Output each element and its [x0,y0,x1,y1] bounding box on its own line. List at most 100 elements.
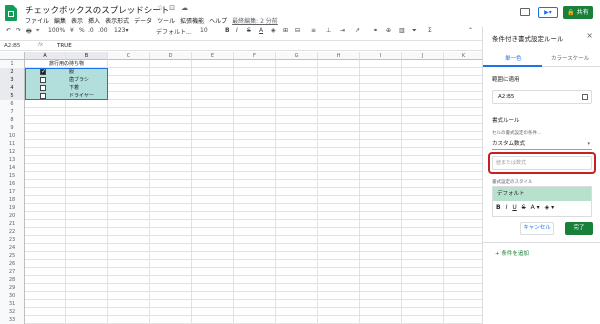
borders-icon[interactable]: ⊞ [283,27,288,34]
doc-title[interactable]: チェックボックスのスプレッドシート [25,4,169,16]
item-label[interactable]: 歯ブラシ [69,76,89,84]
paint-format-icon[interactable]: ⌖ [36,27,39,35]
collapse-toolbar-icon[interactable]: ⌃ [468,27,473,34]
select-range-icon[interactable] [582,94,588,100]
checkbox[interactable] [40,85,46,91]
column-header-d[interactable]: D [150,52,192,60]
move-icon[interactable]: ⊡ [169,4,175,12]
tab-color-scale[interactable]: カラースケール [551,54,589,62]
insert-chart-icon[interactable]: ▥ [399,27,405,34]
style-fill-color-icon[interactable]: ◈ ▾ [545,204,555,211]
filter-icon[interactable]: ⏷ [412,27,417,35]
checkbox[interactable] [40,93,46,99]
row-header[interactable]: 32 [0,308,25,316]
style-text-color-button[interactable]: A ▾ [531,204,540,211]
style-underline-button[interactable]: U [512,204,516,211]
menu-view[interactable]: 表示 [71,18,83,25]
undo-icon[interactable]: ↶ [6,27,11,34]
column-header-f[interactable]: F [234,52,276,60]
column-header-i[interactable]: I [360,52,402,60]
share-button[interactable]: 🔒 共有 [563,6,593,19]
range-input[interactable]: A2:B5 [492,90,592,104]
menu-extensions[interactable]: 拡張機能 [180,18,204,25]
row-header[interactable]: 17 [0,188,25,196]
row-header[interactable]: 12 [0,148,25,156]
decrease-decimal-button[interactable]: .0 [88,27,94,34]
column-header-b[interactable]: B [66,52,108,60]
formula-input[interactable]: TRUE [57,43,72,49]
menu-help[interactable]: ヘルプ [209,18,227,25]
row-header[interactable]: 19 [0,204,25,212]
close-icon[interactable]: × [586,31,593,40]
zoom-select[interactable]: 100% [48,27,65,34]
row-header[interactable]: 30 [0,292,25,300]
row-header[interactable]: 5 [0,92,25,100]
row-header[interactable]: 8 [0,116,25,124]
row-header[interactable]: 1 [0,60,25,68]
row-header[interactable]: 18 [0,196,25,204]
row-header[interactable]: 3 [0,76,25,84]
row-header[interactable]: 15 [0,172,25,180]
row-header[interactable]: 11 [0,140,25,148]
star-icon[interactable]: ☆ [157,4,163,12]
row-header[interactable]: 6 [0,100,25,108]
row-header[interactable]: 33 [0,316,25,324]
row-header[interactable]: 2 [0,68,25,76]
column-header-e[interactable]: E [192,52,234,60]
row-header[interactable]: 22 [0,228,25,236]
row-header[interactable]: 24 [0,244,25,252]
menu-data[interactable]: データ [134,18,152,25]
row-header[interactable]: 25 [0,252,25,260]
italic-button[interactable]: I [236,27,238,34]
row-header[interactable]: 13 [0,156,25,164]
row-header[interactable]: 31 [0,300,25,308]
column-header-g[interactable]: G [276,52,318,60]
redo-icon[interactable]: ↷ [16,27,21,34]
text-rotation-icon[interactable]: ↗ [355,27,360,34]
style-preview[interactable]: デフォルト [493,187,591,201]
comment-history-icon[interactable] [520,8,530,16]
menu-format[interactable]: 表示形式 [105,18,129,25]
bold-button[interactable]: B [225,27,230,34]
row-header[interactable]: 10 [0,132,25,140]
fill-color-icon[interactable]: ◈ [271,27,276,34]
add-rule-button[interactable]: + 条件を追加 [495,249,529,257]
menu-insert[interactable]: 挿入 [88,18,100,25]
merge-cells-icon[interactable]: ⊟ [295,27,300,34]
horizontal-align-icon[interactable]: ≡ [311,27,316,34]
condition-select[interactable]: カスタム数式 ▾ [492,138,592,150]
strikethrough-button[interactable]: S [247,27,251,34]
column-header-a[interactable]: A [25,52,66,60]
cell-a1-header[interactable]: 旅行用の持ち物 [25,60,108,68]
row-header[interactable]: 9 [0,124,25,132]
present-button[interactable]: ▶▾ [538,7,558,18]
style-bold-button[interactable]: B [496,204,501,211]
row-header[interactable]: 7 [0,108,25,116]
style-italic-button[interactable]: I [506,204,508,211]
name-box[interactable]: A2:B5 [4,43,20,49]
sheets-logo-icon[interactable] [5,5,17,21]
item-label[interactable]: ドライヤー [69,92,94,100]
print-icon[interactable]: 🖶 [26,27,32,37]
checkbox[interactable] [40,68,46,75]
column-header-c[interactable]: C [108,52,150,60]
row-header[interactable]: 28 [0,276,25,284]
row-header[interactable]: 27 [0,268,25,276]
menu-tools[interactable]: ツール [157,18,175,25]
currency-button[interactable]: ¥ [70,27,74,34]
row-header[interactable]: 21 [0,220,25,228]
column-header-h[interactable]: H [318,52,360,60]
menu-file[interactable]: ファイル [25,18,49,25]
item-label[interactable]: 服 [69,68,74,76]
selected-range[interactable] [25,68,108,100]
font-select[interactable]: デフォルト... [156,27,192,36]
insert-comment-icon[interactable]: ⊕ [386,27,391,34]
cloud-icon[interactable]: ☁ [181,4,188,12]
spreadsheet-grid[interactable]: ABCDEFGHIJK 1 2 3 4 5 6 7 8 9 10 11 12 13 14 15 16 17 18 1… [0,52,484,324]
row-header[interactable]: 4 [0,84,25,92]
row-header[interactable]: 29 [0,284,25,292]
text-color-button[interactable]: A [259,27,263,34]
style-strike-button[interactable]: S [522,204,526,211]
row-header[interactable]: 14 [0,164,25,172]
insert-link-icon[interactable]: ⚭ [373,27,378,34]
